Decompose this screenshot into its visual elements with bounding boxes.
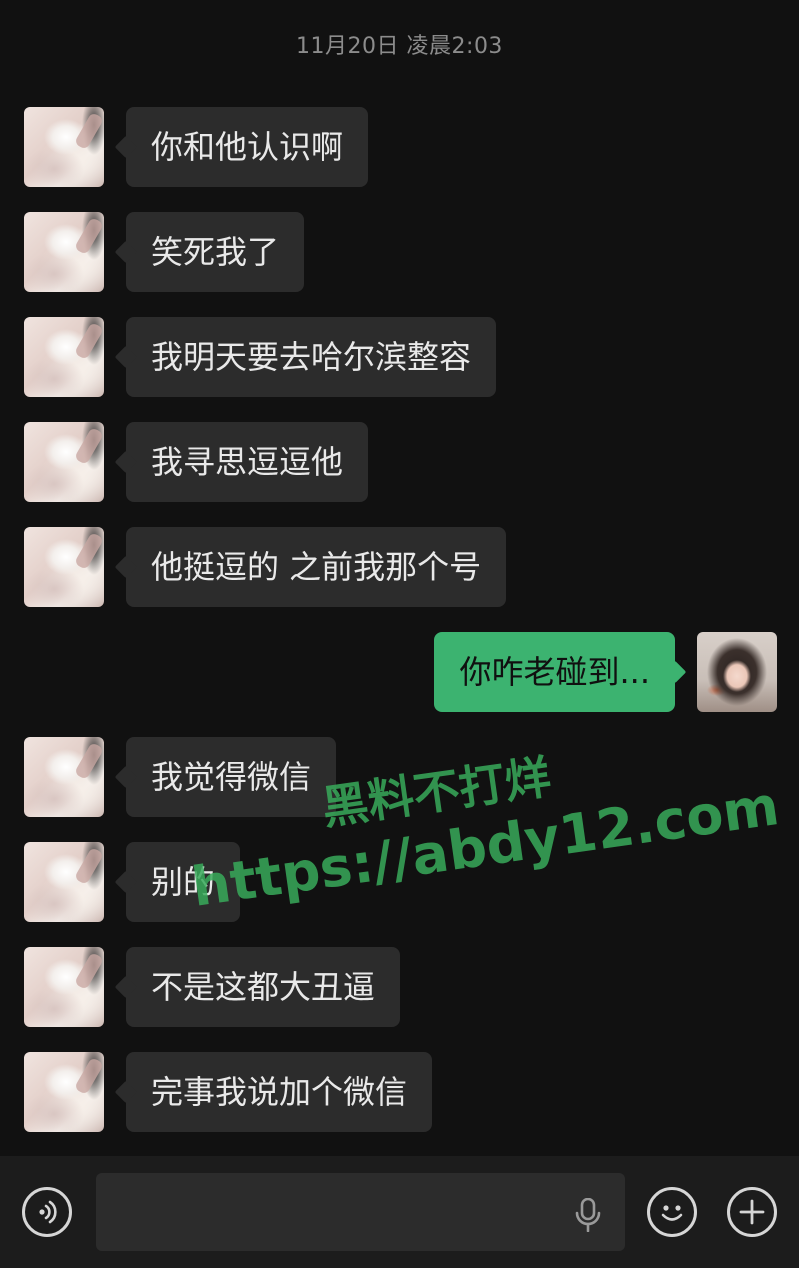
- incoming-message-bubble[interactable]: 别的: [126, 842, 241, 922]
- message-row: 笑死我了: [0, 212, 799, 292]
- contact-avatar[interactable]: [24, 1052, 104, 1132]
- chat-input-bar: [0, 1156, 799, 1268]
- mic-icon[interactable]: [574, 1198, 602, 1232]
- voice-toggle-button[interactable]: [22, 1187, 72, 1237]
- incoming-message-bubble[interactable]: 我明天要去哈尔滨整容: [126, 317, 497, 397]
- contact-avatar[interactable]: [24, 842, 104, 922]
- contact-avatar[interactable]: [24, 107, 104, 187]
- voice-icon: [39, 1200, 57, 1224]
- contact-avatar[interactable]: [24, 527, 104, 607]
- contact-avatar[interactable]: [24, 737, 104, 817]
- message-row: 他挺逗的 之前我那个号: [0, 527, 799, 607]
- plus-icon: [739, 1199, 765, 1225]
- contact-avatar[interactable]: [24, 317, 104, 397]
- message-row: 我寻思逗逗他: [0, 422, 799, 502]
- incoming-message-bubble[interactable]: 我觉得微信: [126, 737, 337, 817]
- incoming-message-bubble[interactable]: 我寻思逗逗他: [126, 422, 369, 502]
- message-row: 别的: [0, 842, 799, 922]
- chat-timestamp: 11月20日 凌晨2:03: [296, 34, 503, 59]
- outgoing-message-bubble[interactable]: 你咋老碰到...: [434, 632, 675, 712]
- incoming-message-bubble[interactable]: 不是这都大丑逼: [126, 947, 401, 1027]
- my-avatar[interactable]: [697, 632, 777, 712]
- emoji-icon: [661, 1205, 683, 1221]
- incoming-message-bubble[interactable]: 笑死我了: [126, 212, 305, 292]
- incoming-message-bubble[interactable]: 他挺逗的 之前我那个号: [126, 527, 507, 607]
- contact-avatar[interactable]: [24, 212, 104, 292]
- message-row: 不是这都大丑逼: [0, 947, 799, 1027]
- message-input[interactable]: [96, 1173, 625, 1251]
- incoming-message-bubble[interactable]: 你和他认识啊: [126, 107, 369, 187]
- incoming-message-bubble[interactable]: 完事我说加个微信: [126, 1052, 433, 1132]
- message-row: 你咋老碰到...: [0, 632, 799, 712]
- contact-avatar[interactable]: [24, 422, 104, 502]
- emoji-button[interactable]: [647, 1187, 697, 1237]
- message-row: 完事我说加个微信: [0, 1052, 799, 1132]
- more-options-button[interactable]: [727, 1187, 777, 1237]
- message-row: 你和他认识啊: [0, 107, 799, 187]
- message-row: 我觉得微信: [0, 737, 799, 817]
- contact-avatar[interactable]: [24, 947, 104, 1027]
- message-row: 我明天要去哈尔滨整容: [0, 317, 799, 397]
